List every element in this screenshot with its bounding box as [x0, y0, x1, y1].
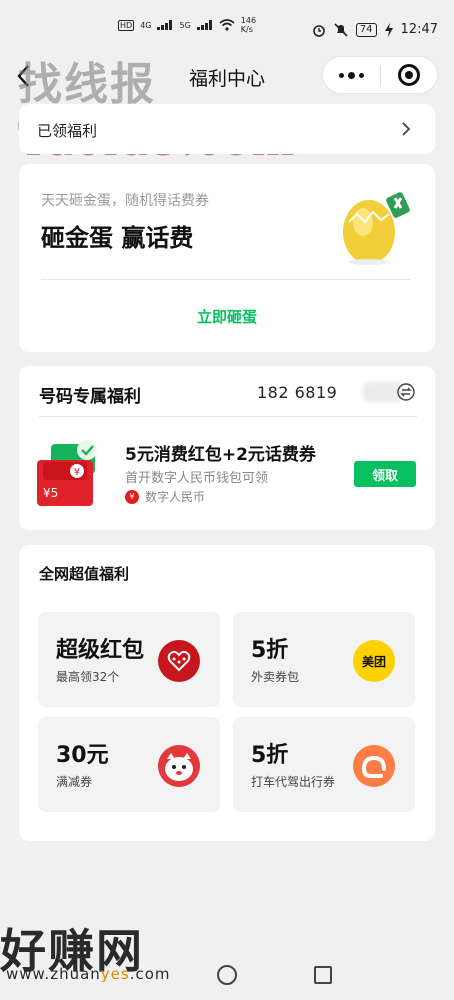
network-speed-unit: K/s — [240, 25, 253, 34]
offer-source: ¥ 数字人民币 — [125, 488, 205, 505]
tile-title: 超级红包 — [56, 638, 145, 663]
close-icon[interactable] — [380, 56, 437, 94]
egg-game-subtitle: 天天砸金蛋，随机得话费券 — [41, 193, 209, 209]
tile-takeout-coupons[interactable]: 5折 外卖券包 美团 — [233, 612, 415, 707]
watermark-top: 找线报 — [18, 59, 156, 110]
nav-recents-button[interactable] — [314, 966, 332, 984]
egg-game-divider — [41, 279, 411, 280]
tile-title: 5折 — [251, 743, 289, 768]
signal-icon — [157, 20, 173, 30]
more-icon[interactable] — [323, 56, 380, 94]
watermark-url-part: www.zhuan — [6, 965, 101, 983]
digital-rmb-icon: ¥ — [125, 489, 139, 504]
mini-program-capsule — [322, 56, 438, 94]
meituan-logo-icon: 美团 — [353, 640, 395, 682]
chevron-right-icon — [402, 122, 411, 136]
smash-egg-button[interactable]: 立即砸蛋 — [19, 306, 435, 327]
red-envelope-icon — [158, 640, 200, 682]
tile-title: 5折 — [251, 638, 289, 663]
charging-icon — [384, 22, 393, 37]
offer-subtitle: 首开数字人民币钱包可领 — [125, 471, 269, 486]
offer-title: 5元消费红包+2元话费券 — [125, 445, 316, 465]
claimed-benefits-row[interactable]: 已领福利 — [19, 104, 435, 154]
tile-discount-coupon[interactable]: 30元 满减券 — [38, 717, 220, 812]
claim-button[interactable]: 领取 — [354, 461, 416, 487]
mute-icon — [334, 22, 348, 37]
network-5g: 5G — [179, 20, 191, 30]
egg-game-card: 天天砸金蛋，随机得话费券 砸金蛋 赢话费 立即砸蛋 — [19, 164, 435, 352]
tile-super-red-envelope[interactable]: 超级红包 最高领32个 — [38, 612, 220, 707]
battery-level: 74 — [355, 22, 377, 37]
tile-title: 30元 — [56, 743, 109, 768]
svg-text:¥: ¥ — [74, 467, 80, 478]
status-left: HD 4G 5G 146 K/s — [118, 16, 256, 34]
number-benefits-card: 号码专属福利 182 6819 ¥ ¥5 5元消费红包+2元话费券 首开数字人民… — [19, 366, 435, 530]
watermark-url-highlight: yes — [100, 965, 130, 983]
wifi-icon — [219, 19, 235, 31]
tile-subtitle: 满减券 — [56, 775, 93, 789]
tile-subtitle: 打车代驾出行券 — [251, 775, 336, 789]
watermark-url-tld: .com — [129, 965, 171, 983]
claimed-benefits-label: 已领福利 — [37, 122, 98, 140]
tile-ride-coupons[interactable]: 5折 打车代驾出行券 — [233, 717, 415, 812]
network-4g: 4G — [140, 20, 152, 30]
offer-source-label: 数字人民币 — [145, 490, 206, 504]
number-benefits-title: 号码专属福利 — [39, 387, 141, 407]
didi-icon — [353, 745, 395, 787]
golden-egg-icon[interactable] — [335, 184, 417, 266]
tile-subtitle: 最高领32个 — [56, 670, 120, 684]
status-bar: HD 4G 5G 146 K/s 74 12:47 — [0, 0, 454, 46]
number-benefits-divider — [39, 416, 417, 417]
phone-number: 182 6819 — [257, 383, 338, 402]
all-benefits-title: 全网超值福利 — [39, 565, 130, 583]
hd-badge: HD — [118, 19, 135, 31]
red-packet-amount: ¥5 — [43, 486, 59, 500]
signal-icon-2 — [196, 20, 213, 30]
network-speed: 146 — [240, 16, 257, 25]
all-benefits-card: 全网超值福利 超级红包 最高领32个 5折 外卖券包 美团 30元 满减券 5折 — [19, 545, 435, 841]
tile-subtitle: 外卖券包 — [251, 670, 300, 684]
jd-mascot-icon — [158, 745, 200, 787]
switch-number-icon[interactable] — [397, 383, 415, 401]
watermark-bottom-url: www.zhuanyes.com — [6, 965, 171, 983]
clock: 12:47 — [400, 22, 438, 37]
nav-home-button[interactable] — [217, 965, 237, 985]
egg-game-title: 砸金蛋 赢话费 — [41, 224, 194, 252]
alarm-icon — [312, 24, 325, 37]
status-right: 74 12:47 — [312, 22, 438, 37]
